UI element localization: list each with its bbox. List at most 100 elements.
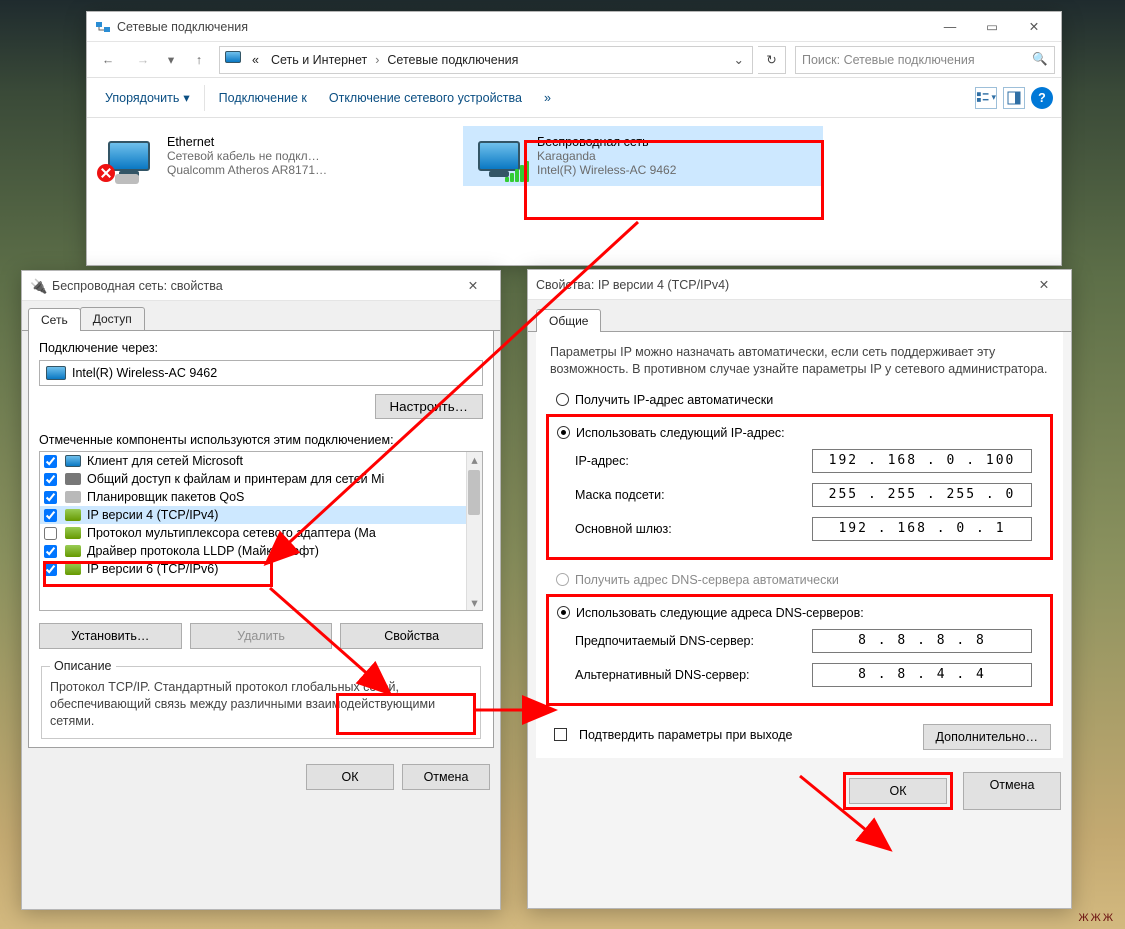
- minimize-button[interactable]: —: [929, 14, 971, 39]
- window-title: Свойства: IP версии 4 (TCP/IPv4): [536, 278, 1023, 292]
- search-icon: 🔍: [1032, 52, 1048, 67]
- tabstrip: Общие: [528, 300, 1071, 332]
- search-input[interactable]: Поиск: Сетевые подключения 🔍: [795, 46, 1055, 74]
- help-button[interactable]: ?: [1031, 87, 1053, 109]
- signal-bars-icon: [505, 161, 529, 182]
- share-icon: [65, 473, 81, 485]
- radio-icon: [556, 573, 569, 586]
- more-commands-button[interactable]: »: [534, 85, 561, 111]
- close-button[interactable]: ✕: [1023, 272, 1065, 297]
- organize-button[interactable]: Упорядочить▾: [95, 84, 200, 111]
- ip-input[interactable]: 192 . 168 . 0 . 100: [812, 449, 1032, 473]
- up-button[interactable]: ↑: [184, 46, 214, 74]
- network-connections-icon: [95, 19, 111, 35]
- adapter-ssid: Karaganda: [537, 149, 676, 163]
- preview-pane-button[interactable]: [1003, 87, 1025, 109]
- back-button[interactable]: ←: [93, 46, 123, 74]
- radio-use-ip[interactable]: Использовать следующий IP-адрес:: [557, 423, 1042, 443]
- radio-icon: [557, 606, 570, 619]
- scrollbar[interactable]: ▴▾: [466, 452, 482, 610]
- adapter-ethernet[interactable]: Ethernet Сетевой кабель не подкл… Qualco…: [93, 126, 453, 186]
- checkbox[interactable]: [44, 473, 57, 486]
- window-title: Беспроводная сеть: свойства: [52, 279, 452, 293]
- properties-button[interactable]: Свойства: [340, 623, 483, 649]
- adapter-name: Intel(R) Wireless-AC 9462: [72, 366, 217, 380]
- adapter-nic: Qualcomm Atheros AR8171…: [167, 163, 327, 177]
- window-titlebar[interactable]: Сетевые подключения — ▭ ✕: [87, 12, 1061, 42]
- list-item: Драйвер протокола LLDP (Майкрософт): [40, 542, 482, 560]
- ok-button[interactable]: ОК: [849, 778, 947, 804]
- checkbox[interactable]: [44, 563, 57, 576]
- protocol-icon: [65, 563, 81, 575]
- checkbox[interactable]: [44, 491, 57, 504]
- adapter-name: Беспроводная сеть: [537, 135, 676, 149]
- dns1-input[interactable]: 8 . 8 . 8 . 8: [812, 629, 1032, 653]
- view-options-button[interactable]: ▾: [975, 87, 997, 109]
- address-dropdown[interactable]: ⌄: [728, 52, 750, 67]
- description-text: Протокол TCP/IP. Стандартный протокол гл…: [50, 679, 472, 730]
- mask-label: Маска подсети:: [575, 488, 812, 502]
- window-titlebar[interactable]: 🔌 Беспроводная сеть: свойства ✕: [22, 271, 500, 301]
- maximize-button[interactable]: ▭: [971, 14, 1013, 39]
- adapter-name: Ethernet: [167, 135, 327, 149]
- adapter-status: Сетевой кабель не подкл…: [167, 149, 327, 163]
- breadcrumb-pre[interactable]: «: [246, 49, 265, 71]
- checkbox[interactable]: [44, 509, 57, 522]
- window-titlebar[interactable]: Свойства: IP версии 4 (TCP/IPv4) ✕: [528, 270, 1071, 300]
- tab-general[interactable]: Общие: [536, 309, 601, 332]
- adapter-wifi[interactable]: Беспроводная сеть Karaganda Intel(R) Wir…: [463, 126, 823, 186]
- address-bar[interactable]: « Сеть и Интернет › Сетевые подключения …: [219, 46, 753, 74]
- nic-icon: 🔌: [30, 278, 46, 294]
- close-button[interactable]: ✕: [1013, 14, 1055, 39]
- breadcrumb-net-connections[interactable]: Сетевые подключения: [381, 49, 524, 71]
- ip-label: IP-адрес:: [575, 454, 812, 468]
- breadcrumb-net-internet[interactable]: Сеть и Интернет: [265, 49, 373, 71]
- chevron-down-icon: ▾: [183, 90, 189, 105]
- refresh-button[interactable]: ↻: [758, 46, 786, 74]
- list-item-ipv4: IP версии 4 (TCP/IPv4): [40, 506, 482, 524]
- radio-auto-dns: Получить адрес DNS-сервера автоматически: [546, 570, 1053, 590]
- checkbox[interactable]: [44, 527, 57, 540]
- window-title: Сетевые подключения: [117, 20, 929, 34]
- adapter-nic: Intel(R) Wireless-AC 9462: [537, 163, 676, 177]
- components-list[interactable]: Клиент для сетей Microsoft Общий доступ …: [39, 451, 483, 611]
- cancel-button[interactable]: Отмена: [402, 764, 490, 790]
- advanced-button[interactable]: Дополнительно…: [923, 724, 1051, 750]
- dialog-footer: ОК Отмена: [528, 758, 1071, 822]
- tab-network[interactable]: Сеть: [28, 308, 81, 331]
- description-group: Описание Протокол TCP/IP. Стандартный пр…: [41, 659, 481, 739]
- tab-access[interactable]: Доступ: [80, 307, 145, 330]
- checkbox[interactable]: [44, 455, 57, 468]
- ok-highlight: ОК: [843, 772, 953, 810]
- mask-input[interactable]: 255 . 255 . 255 . 0: [812, 483, 1032, 507]
- client-icon: [65, 455, 81, 467]
- scroll-thumb[interactable]: [468, 470, 480, 515]
- list-item: Планировщик пакетов QoS: [40, 488, 482, 506]
- description-heading: Описание: [50, 659, 116, 673]
- ok-button[interactable]: ОК: [306, 764, 394, 790]
- control-panel-icon: [225, 51, 243, 69]
- checkbox[interactable]: [44, 545, 57, 558]
- connect-to-button[interactable]: Подключение к: [209, 85, 317, 111]
- install-button[interactable]: Установить…: [39, 623, 182, 649]
- protocol-icon: [65, 527, 81, 539]
- radio-icon: [556, 393, 569, 406]
- radio-auto-ip[interactable]: Получить IP-адрес автоматически: [546, 390, 1053, 410]
- wifi-icon: [471, 132, 527, 180]
- intro-text: Параметры IP можно назначать автоматичес…: [550, 344, 1049, 378]
- configure-button[interactable]: Настроить…: [375, 394, 483, 419]
- gateway-input[interactable]: 192 . 168 . 0 . 1: [812, 517, 1032, 541]
- history-dropdown[interactable]: ▾: [163, 46, 179, 74]
- close-button[interactable]: ✕: [452, 273, 494, 298]
- radio-use-dns[interactable]: Использовать следующие адреса DNS-сервер…: [557, 603, 1042, 623]
- confirm-on-exit[interactable]: Подтвердить параметры при выходе Дополни…: [546, 716, 1053, 750]
- disable-device-button[interactable]: Отключение сетевого устройства: [319, 85, 532, 111]
- list-item: IP версии 6 (TCP/IPv6): [40, 560, 482, 578]
- separator: [204, 85, 205, 111]
- adapter-field: Intel(R) Wireless-AC 9462: [39, 360, 483, 386]
- explorer-window: Сетевые подключения — ▭ ✕ ← → ▾ ↑ « Сеть…: [86, 11, 1062, 266]
- forward-button[interactable]: →: [128, 46, 158, 74]
- cancel-button[interactable]: Отмена: [963, 772, 1061, 810]
- dns1-label: Предпочитаемый DNS-сервер:: [575, 634, 812, 648]
- dns2-input[interactable]: 8 . 8 . 4 . 4: [812, 663, 1032, 687]
